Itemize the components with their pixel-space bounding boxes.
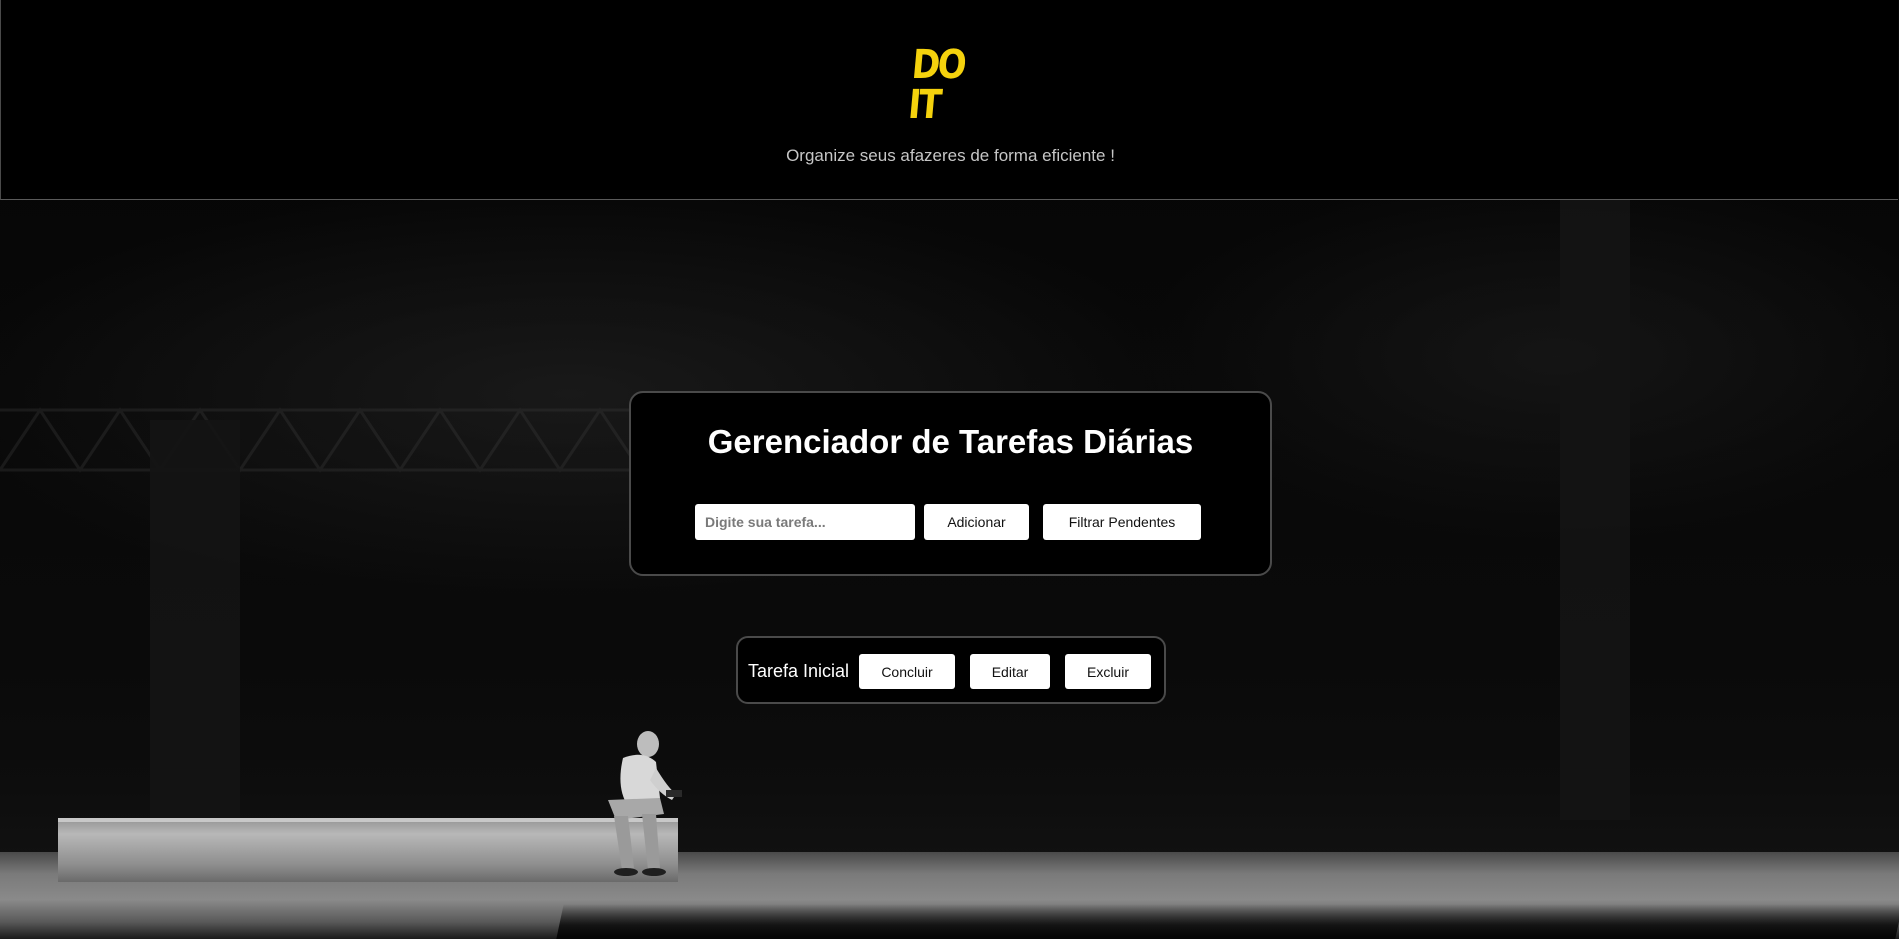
logo-text: DO IT: [906, 42, 967, 128]
page: DO IT Organize seus afazeres de forma ef…: [0, 0, 1899, 939]
complete-task-button[interactable]: Concluir: [859, 654, 955, 689]
pillar: [1560, 200, 1630, 820]
seated-person-figure: [608, 731, 682, 876]
task-item: Tarefa Inicial Concluir Editar Excluir: [736, 636, 1166, 704]
manager-title: Gerenciador de Tarefas Diárias: [707, 423, 1194, 460]
add-task-button[interactable]: Adicionar: [924, 504, 1029, 540]
edit-task-button[interactable]: Editar: [970, 654, 1050, 689]
task-manager-card: Gerenciador de Tarefas Diárias Adicionar…: [629, 391, 1272, 576]
delete-task-button[interactable]: Excluir: [1065, 654, 1151, 689]
truss-decoration: [0, 407, 640, 473]
app-header: DO IT Organize seus afazeres de forma ef…: [0, 0, 1898, 200]
task-name: Tarefa Inicial: [748, 661, 850, 681]
task-input[interactable]: [695, 504, 915, 540]
do-it-logo: DO IT: [903, 42, 999, 128]
filter-pending-button[interactable]: Filtrar Pendentes: [1043, 504, 1201, 540]
pillar: [150, 420, 240, 820]
tagline: Organize seus afazeres de forma eficient…: [786, 146, 1115, 165]
floor-shadow: [556, 904, 1899, 939]
